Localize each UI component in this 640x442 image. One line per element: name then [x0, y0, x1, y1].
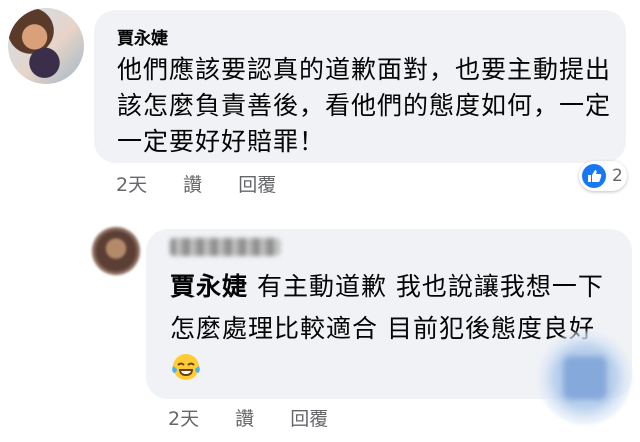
like-icon — [582, 164, 606, 188]
comment-author[interactable]: 賈永婕 — [117, 24, 168, 49]
comment-actions: 2天 讚 回覆 — [116, 170, 306, 197]
reply-link[interactable]: 回覆 — [238, 174, 276, 196]
reaction-count: 2 — [612, 166, 623, 186]
reaction-badge[interactable]: 2 — [579, 161, 627, 191]
reply-avatar[interactable] — [92, 227, 140, 275]
reply-like-link[interactable]: 讚 — [235, 408, 254, 430]
reply-actions: 2天 讚 回覆 — [168, 404, 358, 431]
tears-of-joy-emoji — [170, 351, 202, 396]
comment-time[interactable]: 2天 — [116, 174, 147, 196]
reply-reply-link[interactable]: 回覆 — [290, 408, 328, 430]
reply-time[interactable]: 2天 — [168, 408, 199, 430]
comment-text: 他們應該要認真的道歉面對，也要主動提出該怎麼負責善後，看他們的態度如何，一定一定… — [117, 55, 612, 156]
mention-link[interactable]: 賈永婕 — [170, 272, 248, 301]
like-link[interactable]: 讚 — [183, 174, 202, 196]
watermark-mark — [563, 356, 607, 400]
reply-author-blurred[interactable] — [170, 238, 280, 256]
commenter-avatar[interactable] — [8, 8, 84, 84]
